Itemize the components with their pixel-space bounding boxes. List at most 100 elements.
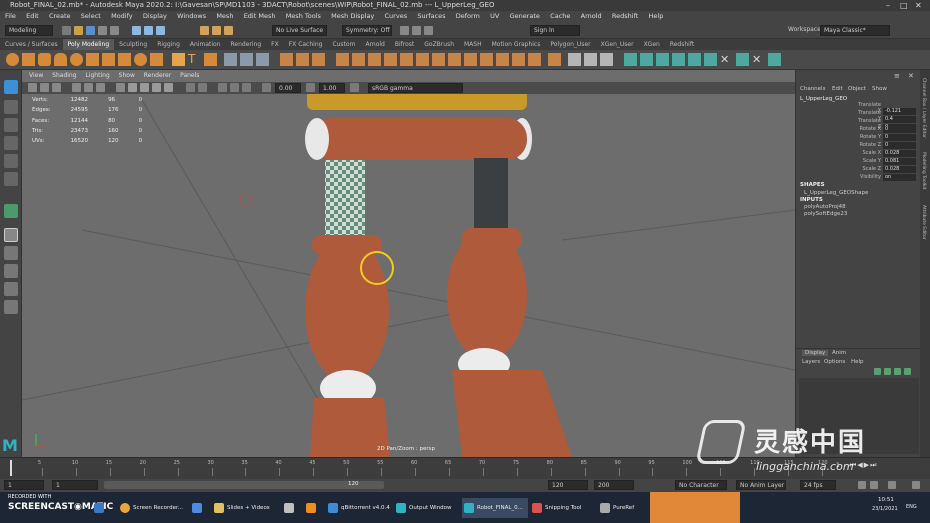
reverse-normals-icon[interactable]	[672, 53, 685, 66]
attr-value-field[interactable]: 0.028	[883, 150, 916, 157]
move-down-layer-icon[interactable]	[904, 368, 911, 375]
new-layer-icon[interactable]	[874, 368, 881, 375]
resolution-gate-icon[interactable]	[96, 83, 105, 92]
set-normal-icon[interactable]	[768, 53, 781, 66]
menu-surfaces[interactable]: Surfaces	[417, 12, 445, 20]
shelf-tab[interactable]: Sculpting	[114, 39, 152, 50]
single-view-icon[interactable]	[4, 228, 18, 242]
side-tab-attribute-editor[interactable]: Attribute Editor	[921, 205, 926, 240]
vp-menu-lighting[interactable]: Lighting	[85, 72, 109, 79]
redo-icon[interactable]	[110, 26, 119, 35]
mode-dropdown[interactable]: Modeling	[5, 25, 53, 36]
camera-select-icon[interactable]	[28, 83, 37, 92]
bool-difference-icon[interactable]	[296, 53, 309, 66]
average-normals-icon[interactable]	[736, 53, 749, 66]
workspace-dropdown[interactable]: Maya Classic*	[820, 25, 890, 36]
paint-select-icon[interactable]	[4, 118, 18, 132]
menu-mesh-tools[interactable]: Mesh Tools	[286, 12, 321, 20]
scale-tool-icon[interactable]	[4, 172, 18, 186]
menu-generate[interactable]: Generate	[510, 12, 540, 20]
poly-cone-icon[interactable]	[54, 53, 67, 66]
layer-menu-options[interactable]: Options	[824, 359, 845, 365]
select-tool-icon[interactable]	[4, 80, 18, 94]
collapse-icon[interactable]	[448, 53, 461, 66]
select-object-icon[interactable]	[144, 26, 153, 35]
shadows-icon[interactable]	[164, 83, 173, 92]
minimize-icon[interactable]: –	[886, 0, 890, 11]
attr-value-field[interactable]: 0.028	[883, 166, 916, 173]
save-scene-icon[interactable]	[86, 26, 95, 35]
poly-cylinder-icon[interactable]	[38, 53, 51, 66]
layer-menu-help[interactable]: Help	[851, 359, 864, 365]
extrude-icon[interactable]	[352, 53, 365, 66]
harden-edge-icon[interactable]	[640, 53, 653, 66]
planar-map-icon[interactable]	[584, 53, 597, 66]
attr-value-field[interactable]: 0.081	[883, 158, 916, 165]
persp-graph-icon[interactable]	[4, 282, 18, 296]
poly-plane-icon[interactable]	[86, 53, 99, 66]
bool-union-icon[interactable]	[280, 53, 293, 66]
menu-mesh[interactable]: Mesh	[216, 12, 233, 20]
new-layer-selected-icon[interactable]	[884, 368, 891, 375]
taskbar-item[interactable]: Screen Recorder...	[118, 498, 184, 518]
live-surface-dropdown[interactable]: No Live Surface	[272, 25, 327, 36]
exposure-icon[interactable]	[262, 83, 271, 92]
shelf-tab[interactable]: Bifrost	[390, 39, 419, 50]
select-component-icon[interactable]	[156, 26, 165, 35]
select-hierarchy-icon[interactable]	[132, 26, 141, 35]
vp-menu-renderer[interactable]: Renderer	[144, 72, 171, 79]
aa-icon[interactable]	[230, 83, 239, 92]
xray-icon[interactable]	[186, 83, 195, 92]
input-node[interactable]: polySoftEdge23	[804, 211, 847, 217]
menu-curves[interactable]: Curves	[385, 12, 408, 20]
connect-icon[interactable]	[528, 53, 541, 66]
bool-intersection-icon[interactable]	[312, 53, 325, 66]
persp-outliner-icon[interactable]	[4, 264, 18, 278]
shelf-tab[interactable]: XGen	[639, 39, 665, 50]
start-time-field[interactable]: 1	[4, 480, 44, 490]
shelf-tab[interactable]: Arnold	[360, 39, 389, 50]
shelf-tab[interactable]: Curves / Surfaces	[0, 39, 63, 50]
smooth-icon[interactable]	[256, 53, 269, 66]
shelf-tab[interactable]: FX	[266, 39, 284, 50]
menu-mesh-display[interactable]: Mesh Display	[331, 12, 374, 20]
channel-box-tab[interactable]: Channels	[800, 86, 825, 92]
move-tool-icon[interactable]	[4, 136, 18, 150]
menu-deform[interactable]: Deform	[456, 12, 480, 20]
vp-menu-shading[interactable]: Shading	[52, 72, 76, 79]
reduce-icon[interactable]	[548, 53, 561, 66]
rotate-tool-icon[interactable]	[4, 154, 18, 168]
multi-cut-icon[interactable]	[496, 53, 509, 66]
taskbar-item[interactable]: PureRef	[598, 498, 648, 518]
poly-sphere-icon[interactable]	[6, 53, 19, 66]
poly-disc-icon[interactable]	[102, 53, 115, 66]
symmetry-dropdown[interactable]: Symmetry: Off	[342, 25, 392, 36]
end-time-field[interactable]: 200	[594, 480, 634, 490]
snap-grid-icon[interactable]	[200, 26, 209, 35]
grid-toggle-icon[interactable]	[72, 83, 81, 92]
near-value-field[interactable]: 0.00	[275, 83, 301, 93]
shelf-tab[interactable]: Custom	[327, 39, 360, 50]
shelf-tab[interactable]: Rigging	[152, 39, 185, 50]
menu-arnold[interactable]: Arnold	[581, 12, 602, 20]
shelf-tab[interactable]: Animation	[185, 39, 226, 50]
fill-hole-icon[interactable]	[400, 53, 413, 66]
poly-cube-icon[interactable]	[22, 53, 35, 66]
undo-icon[interactable]	[98, 26, 107, 35]
uv-editor-icon[interactable]	[568, 53, 581, 66]
color-space-dropdown[interactable]: sRGB gamma	[368, 83, 463, 93]
camera-attr-icon[interactable]	[40, 83, 49, 92]
poly-type-icon[interactable]	[150, 53, 163, 66]
layer-menu-layers[interactable]: Layers	[802, 359, 820, 365]
attr-value-field[interactable]: on	[883, 174, 916, 181]
target-weld-icon[interactable]	[512, 53, 525, 66]
unlock-normals-icon[interactable]	[704, 53, 717, 66]
taskbar-item[interactable]: Slides + Videos	[212, 498, 278, 518]
menu-redshift[interactable]: Redshift	[612, 12, 638, 20]
append-polygon-icon[interactable]	[416, 53, 429, 66]
vp-menu-view[interactable]: View	[29, 72, 43, 79]
layer-tab-display[interactable]: Display	[802, 350, 829, 356]
menu-display[interactable]: Display	[143, 12, 167, 20]
taskbar-item[interactable]: Snipping Tool	[530, 498, 594, 518]
ipr-render-icon[interactable]	[412, 26, 421, 35]
